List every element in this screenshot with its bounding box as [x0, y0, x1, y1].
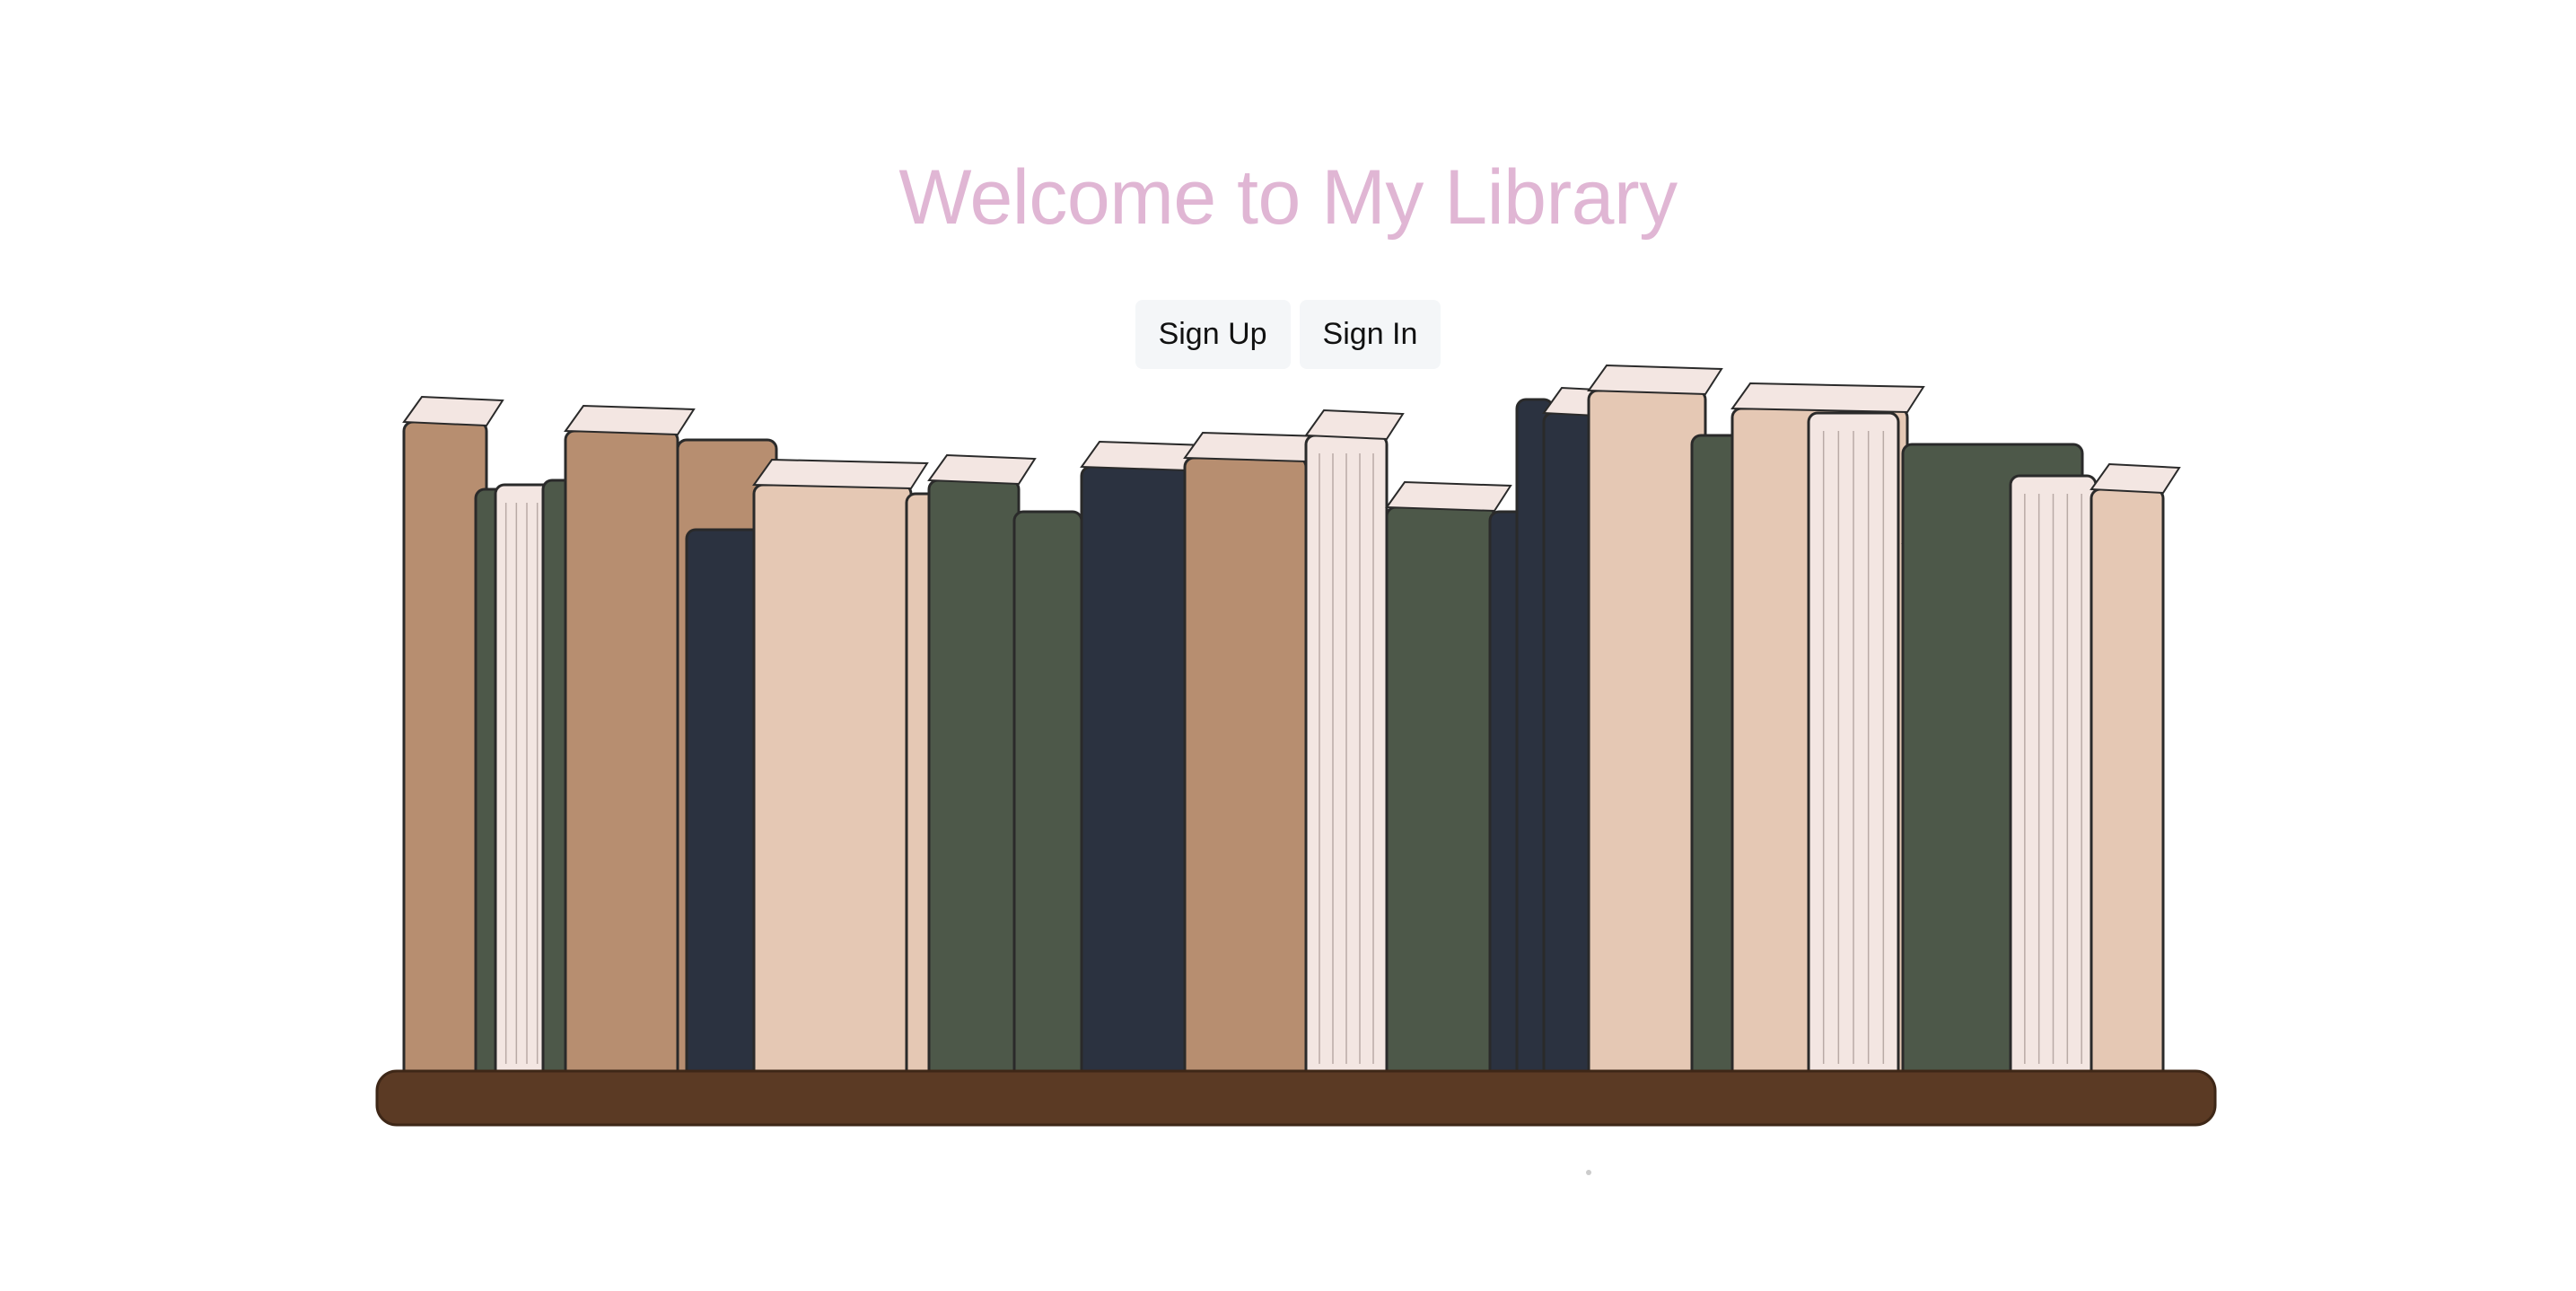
book-pages — [1385, 480, 1512, 513]
book-pages — [564, 404, 696, 436]
book-pages — [2090, 462, 2181, 495]
shelf-board — [375, 1069, 2217, 1127]
book-spine — [2090, 487, 2165, 1084]
book-spine — [1385, 505, 1496, 1084]
landing-page: Welcome to My Library Sign Up Sign In — [0, 0, 2576, 1291]
book-pages — [752, 458, 929, 490]
books-group — [402, 364, 2181, 1084]
book-pages — [1304, 408, 1405, 441]
book-spine — [1587, 389, 1707, 1084]
dust-speck — [1586, 1170, 1591, 1175]
book-spine — [564, 429, 679, 1084]
book-pages — [927, 453, 1037, 486]
book-spine — [1012, 510, 1083, 1084]
book-pages — [1730, 382, 1925, 414]
book-spine — [1183, 456, 1308, 1084]
bookshelf-illustration — [375, 364, 2217, 1175]
book-spine — [752, 483, 913, 1084]
book-spine — [402, 420, 488, 1084]
book-spine — [1080, 465, 1191, 1084]
book-pages — [1183, 431, 1324, 463]
book-pages — [402, 395, 504, 427]
book-spine — [927, 479, 1021, 1084]
book-pages — [1587, 364, 1723, 396]
